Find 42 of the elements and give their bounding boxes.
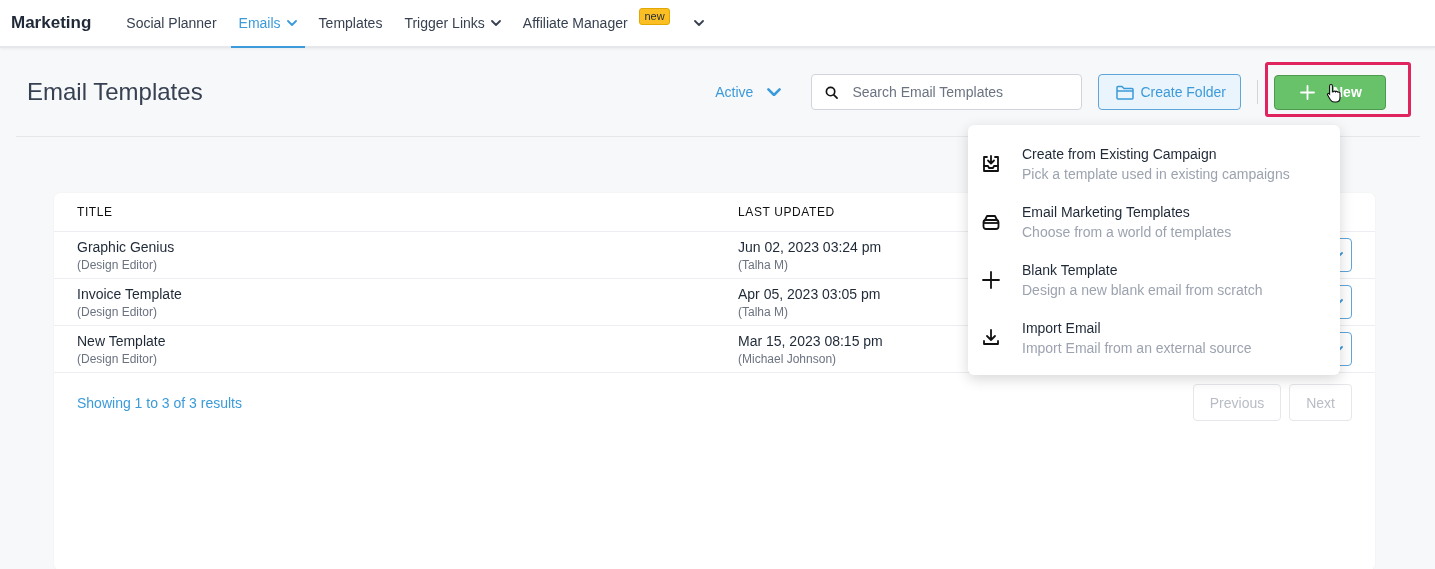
nav-tab[interactable]: Social Planner [118,0,225,48]
new-badge: new [639,8,670,25]
app-title: Marketing [11,13,92,33]
tray-stack-icon [981,212,1001,232]
plus-icon [981,270,1001,290]
template-title[interactable]: Graphic Genius [77,238,738,255]
menu-item[interactable]: Email Marketing Templates Choose from a world of templates [968,193,1340,251]
plus-icon [1300,84,1315,100]
column-header: TITLE [77,205,114,219]
editor-type: (Design Editor) [77,257,159,272]
updated-date: Jun 02, 2023 03:24 pm [738,238,882,255]
author-name: (Michael Johnson) [738,351,838,366]
author-name: (Talha M) [738,257,789,272]
menu-item-description: Import Email from an external source [1022,340,1252,356]
menu-item[interactable]: Create from Existing Campaign Pick a template used in existing campaigns [968,135,1340,193]
page-title: Email Templates [27,78,203,106]
column-header: LAST UPDATED [738,205,835,219]
editor-type: (Design Editor) [77,304,159,319]
menu-item-title: Email Marketing Templates [1022,204,1191,220]
results-summary: Showing 1 to 3 of 3 results [77,394,242,411]
more-caret-icon [693,20,704,26]
chevron-down-icon [767,87,782,97]
updated-date: Mar 15, 2023 08:15 pm [738,332,883,349]
template-title[interactable]: New Template [77,332,738,349]
menu-item-description: Pick a template used in existing campaigns [1022,166,1290,182]
menu-item-title: Create from Existing Campaign [1022,146,1218,162]
menu-item-title: Blank Template [1022,262,1119,278]
editor-type: (Design Editor) [77,351,159,366]
nav-tab[interactable]: Trigger Links [396,0,509,48]
inbox-download-icon [981,154,1001,174]
download-icon [981,328,1001,348]
menu-item[interactable]: Blank Template Design a new blank email from scratch [968,251,1340,309]
menu-item-description: Choose from a world of templates [1022,224,1232,240]
folder-icon [1116,84,1135,100]
template-title[interactable]: Invoice Template [77,285,738,302]
nav-tab[interactable]: Templates [310,0,391,48]
menu-item[interactable]: Import Email Import Email from an external source [968,309,1340,367]
menu-item-description: Design a new blank email from scratch [1022,282,1263,298]
author-name: (Talha M) [738,304,789,319]
search-field[interactable]: Search Email Templates [811,74,1083,110]
menu-item-title: Import Email [1022,320,1102,336]
updated-date: Apr 05, 2023 03:05 pm [738,285,881,302]
